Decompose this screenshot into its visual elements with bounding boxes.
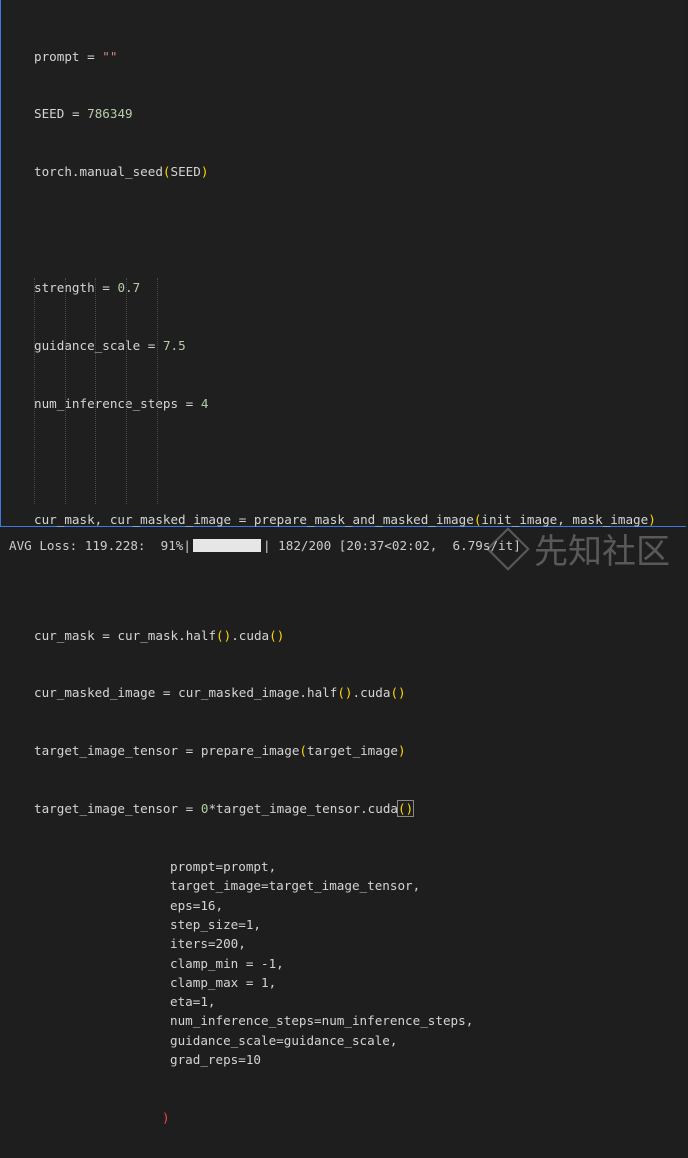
- token-var: guidance_scale: [34, 338, 141, 354]
- code-line-1: prompt = "": [34, 47, 656, 66]
- token-bracket: (: [162, 164, 171, 180]
- argument-line: clamp_min = -1,: [170, 955, 284, 971]
- token-call: torch.manual_seed: [34, 164, 163, 180]
- token-var: SEED: [34, 106, 65, 122]
- argument-line: eps=16,: [170, 897, 224, 913]
- token-number: 786349: [87, 106, 133, 122]
- token-var: cur_mask, cur_masked_image: [34, 511, 232, 527]
- token-bracket: ): [398, 743, 406, 759]
- token-var: cur_mask: [34, 627, 95, 643]
- token-bracket: ): [200, 164, 209, 180]
- cell-output: AVG Loss: 119.228: 91%| | 182/200 [20:37<…: [9, 538, 521, 553]
- token-bracket: (): [216, 627, 232, 643]
- token-op: =: [102, 280, 110, 296]
- progress-suffix: | 182/200 [20:37<02:02, 6.79s/it]: [262, 538, 521, 553]
- indent-guide: [126, 278, 127, 504]
- code-line-11: cur_mask = cur_mask.half().cuda(): [34, 626, 656, 645]
- token-number: 7.5: [162, 338, 186, 354]
- token-var: cur_masked_image: [34, 685, 156, 701]
- code-line-7: num_inference_steps = 4: [34, 394, 656, 413]
- argument-line: eta=1,: [170, 994, 216, 1010]
- token-bracket: (): [396, 800, 415, 818]
- code-cell[interactable]: prompt = "" SEED = 786349 torch.manual_s…: [0, 0, 686, 1125]
- token-var: target_image: [307, 743, 399, 759]
- token-bracket: (): [337, 685, 353, 701]
- token-number: 0: [200, 801, 209, 817]
- code-line-close: ): [34, 1108, 656, 1127]
- token-string: "": [102, 48, 118, 64]
- token-op: =: [102, 627, 110, 643]
- token-bracket: ): [162, 1109, 170, 1125]
- token-number: 0.7: [117, 280, 141, 296]
- token-op: =: [87, 48, 95, 64]
- token-var: target_image_tensor: [34, 743, 179, 759]
- watermark: 先知社区: [486, 524, 670, 573]
- token-call: *target_image_tensor.cuda: [208, 801, 398, 817]
- watermark-text: 先知社区: [534, 532, 670, 572]
- token-bracket: (): [390, 685, 406, 701]
- code-editor[interactable]: prompt = "" SEED = 786349 torch.manual_s…: [34, 8, 656, 1158]
- indent-guide: [95, 278, 96, 504]
- argument-line: grad_reps=10: [170, 1052, 261, 1068]
- token-call: .cuda: [352, 685, 391, 701]
- argument-line: iters=200,: [170, 936, 246, 952]
- argument-list: prompt=prompt, target_image=target_image_…: [34, 857, 656, 1069]
- code-line-13: target_image_tensor = prepare_image(targ…: [34, 741, 656, 760]
- argument-line: num_inference_steps=num_inference_steps,: [170, 1013, 474, 1029]
- token-op: =: [185, 743, 194, 759]
- code-line-3: torch.manual_seed(SEED): [34, 162, 656, 181]
- watermark-logo-icon: [486, 526, 530, 571]
- argument-line: guidance_scale=guidance_scale,: [170, 1032, 398, 1048]
- indent-guide: [65, 278, 66, 504]
- token-op: =: [238, 511, 247, 527]
- token-call: cur_mask.half: [117, 627, 217, 643]
- token-bracket: (: [299, 743, 308, 759]
- argument-line: prompt=prompt,: [170, 859, 277, 875]
- indent-guide: [157, 278, 158, 504]
- code-line-2: SEED = 786349: [34, 104, 656, 123]
- argument-line: target_image=target_image_tensor,: [170, 878, 421, 894]
- code-line-12: cur_masked_image = cur_masked_image.half…: [34, 683, 656, 702]
- token-op: =: [71, 106, 80, 122]
- token-call: prepare_image: [200, 743, 300, 759]
- token-number: 4: [200, 395, 209, 411]
- token-call: prepare_mask_and_masked_image: [253, 511, 474, 527]
- token-op: =: [185, 395, 194, 411]
- code-line-5: strength = 0.7: [34, 278, 656, 297]
- token-call: cur_masked_image.half: [178, 685, 338, 701]
- indent-guide: [34, 278, 35, 504]
- progress-bar: [192, 539, 261, 552]
- token-var: target_image_tensor: [34, 801, 179, 817]
- token-bracket: (): [269, 627, 285, 643]
- token-call: .cuda: [231, 627, 270, 643]
- argument-line: step_size=1,: [170, 916, 261, 932]
- progress-prefix: AVG Loss: 119.228: 91%|: [9, 538, 191, 553]
- token-op: =: [162, 685, 171, 701]
- token-var: SEED: [170, 164, 201, 180]
- code-line-6: guidance_scale = 7.5: [34, 336, 656, 355]
- token-var: prompt: [34, 48, 80, 64]
- token-op: =: [147, 338, 156, 354]
- token-op: =: [185, 801, 194, 817]
- argument-line: clamp_max = 1,: [170, 974, 277, 990]
- code-line-14: target_image_tensor = 0*target_image_ten…: [34, 799, 656, 818]
